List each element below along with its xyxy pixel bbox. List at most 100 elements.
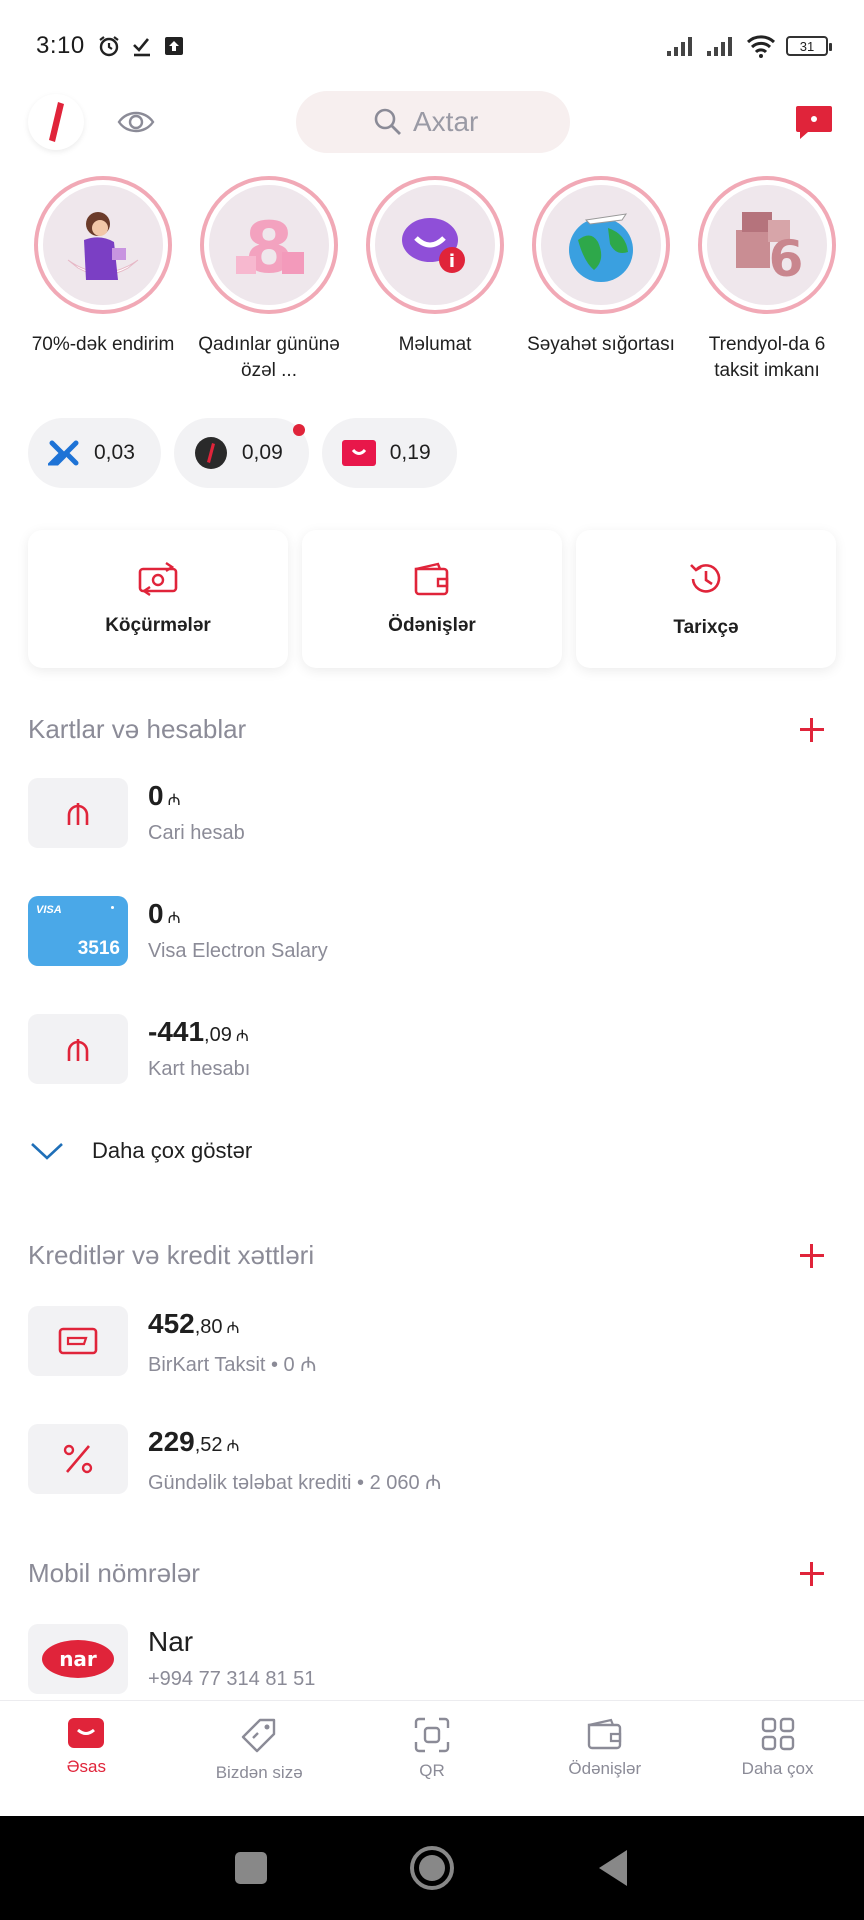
story-ring: i [366, 176, 504, 314]
credit-row[interactable]: 229,52 ₼ Gündəlik tələbat krediti • 2 060… [28, 1424, 836, 1494]
story-item[interactable]: 6 Trendyol-da 6 taksit imkanı [698, 176, 836, 386]
nav-label: Ödənişlər [568, 1759, 642, 1778]
add-mobile-button[interactable] [798, 1560, 826, 1588]
story-item[interactable]: 8 Qadınlar gününə özəl ... [198, 176, 340, 386]
nar-logo-icon: nar [42, 1640, 114, 1678]
chip-bonus-birkart[interactable]: 0,19 [321, 418, 457, 488]
nav-offers[interactable]: Bizdən sizə [173, 1701, 346, 1816]
transfers-button[interactable]: Köçürmələr [28, 530, 288, 668]
amount-int: 452 [148, 1308, 195, 1339]
amount-int: 0 [148, 780, 164, 811]
status-time: 3:10 [36, 32, 85, 59]
home-button-icon[interactable] [409, 1845, 455, 1891]
nav-qr[interactable]: QR [346, 1701, 519, 1816]
story-thumbnail: i [375, 185, 495, 305]
currency-symbol: ₼ [235, 1028, 249, 1045]
account-balance: -441,09 ₼ [148, 1016, 249, 1048]
amount-frac: ,52 [194, 1434, 223, 1456]
notification-dot [292, 424, 305, 436]
card-dot [111, 906, 114, 909]
chevron-down-icon [31, 1143, 63, 1160]
account-name: Cari hesab [148, 822, 245, 844]
card-name: Visa Electron Salary [148, 940, 328, 962]
x-logo-icon [48, 440, 79, 466]
chat-button[interactable] [794, 102, 834, 142]
payments-button[interactable]: Ödənişlər [302, 530, 562, 668]
amount-int: 229 [148, 1426, 195, 1457]
story-item[interactable]: Səyahət sığortası [527, 176, 675, 386]
nav-label: Əsas [66, 1757, 107, 1776]
action-label: Tarixçə [673, 617, 739, 638]
mobile-row[interactable]: nar Nar +994 77 314 81 51 [28, 1624, 836, 1694]
nav-label: QR [419, 1761, 445, 1780]
upload-icon [164, 37, 183, 55]
woman-gift-icon [67, 212, 139, 280]
percent-icon [63, 1444, 93, 1474]
account-balance: 0 ₼ [148, 780, 181, 812]
search-bar[interactable] [296, 91, 570, 153]
credit-amount: 452,80 ₼ [148, 1308, 240, 1340]
story-label: Səyahət sığortası [527, 334, 675, 355]
amount-int: 0 [148, 898, 164, 929]
card-brand: VISA [36, 904, 62, 916]
add-credit-button[interactable] [798, 1242, 826, 1270]
eight-gifts-icon: 8 [236, 207, 304, 289]
nar-logo-text: nar [59, 1647, 97, 1671]
home-icon [68, 1718, 105, 1748]
hide-balance-button[interactable] [112, 98, 160, 146]
chip-value: 0,19 [389, 441, 431, 464]
credit-row[interactable]: 452,80 ₼ BirKart Taksit • 0 ₼ [28, 1306, 836, 1376]
back-button-icon[interactable] [595, 1848, 631, 1888]
manat-icon [67, 1039, 89, 1061]
account-row[interactable]: 0 ₼ Cari hesab [28, 778, 836, 848]
story-ring [34, 176, 172, 314]
svg-text:8: 8 [245, 207, 294, 289]
credit-name: BirKart Taksit • 0 ₼ [148, 1354, 317, 1376]
signal-icon-2 [707, 37, 732, 56]
search-input[interactable] [413, 106, 493, 138]
history-button[interactable]: Tarixçə [576, 530, 836, 668]
logo-icon [49, 102, 64, 142]
cashback-chips: 0,03 0,09 0,19 [28, 418, 457, 488]
chip-bonus-x[interactable]: 0,03 [28, 418, 161, 488]
story-thumbnail: 6 [707, 185, 827, 305]
svg-text:i: i [449, 251, 455, 272]
bank-logo-icon [194, 437, 227, 469]
tag-icon [241, 1718, 276, 1753]
currency-symbol: ₼ [167, 910, 181, 927]
system-nav-bar [0, 1816, 864, 1920]
eye-icon [117, 111, 155, 133]
card-row[interactable]: VISA 3516 0 ₼ Visa Electron Salary [28, 896, 836, 966]
wallet-icon [587, 1718, 621, 1750]
grid-icon [761, 1717, 794, 1751]
currency-symbol: ₼ [167, 792, 181, 809]
recents-button-icon[interactable] [233, 1850, 269, 1886]
globe-plane-icon [569, 213, 633, 282]
nav-home[interactable]: Əsas [0, 1701, 173, 1816]
story-thumbnail: 8 [209, 185, 329, 305]
add-card-button[interactable] [798, 716, 826, 744]
credit-name: Gündəlik tələbat krediti • 2 060 ₼ [148, 1472, 442, 1494]
credit-amount: 229,52 ₼ [148, 1426, 240, 1458]
card-last4: 3516 [77, 938, 120, 959]
nav-label: Daha çox [741, 1759, 814, 1778]
app-logo-button[interactable] [28, 94, 84, 150]
chip-bonus-bank[interactable]: 0,09 [173, 418, 309, 488]
nav-more[interactable]: Daha çox [691, 1701, 864, 1816]
boxes-six-icon: 6 [736, 212, 803, 288]
chip-value: 0,09 [241, 441, 283, 464]
quick-actions: Köçürmələr Ödənişlər Tarixçə [28, 530, 836, 668]
wifi-icon [746, 35, 776, 58]
check-download-icon [132, 38, 150, 57]
nav-payments[interactable]: Ödənişlər [518, 1701, 691, 1816]
story-item[interactable]: i Məlumat [366, 176, 504, 386]
amount-frac: ,09 [204, 1024, 232, 1046]
wallet-icon [414, 562, 449, 596]
show-more-button[interactable]: Daha çox göstər [30, 1138, 252, 1164]
story-item[interactable]: 70%-dək endirim [32, 176, 174, 386]
nav-label: Bizdən sizə [215, 1763, 303, 1782]
signal-icon [667, 37, 692, 56]
account-row[interactable]: -441,09 ₼ Kart hesabı [28, 1014, 836, 1084]
currency-symbol: ₼ [226, 1320, 240, 1337]
amount-frac: ,80 [194, 1316, 223, 1338]
